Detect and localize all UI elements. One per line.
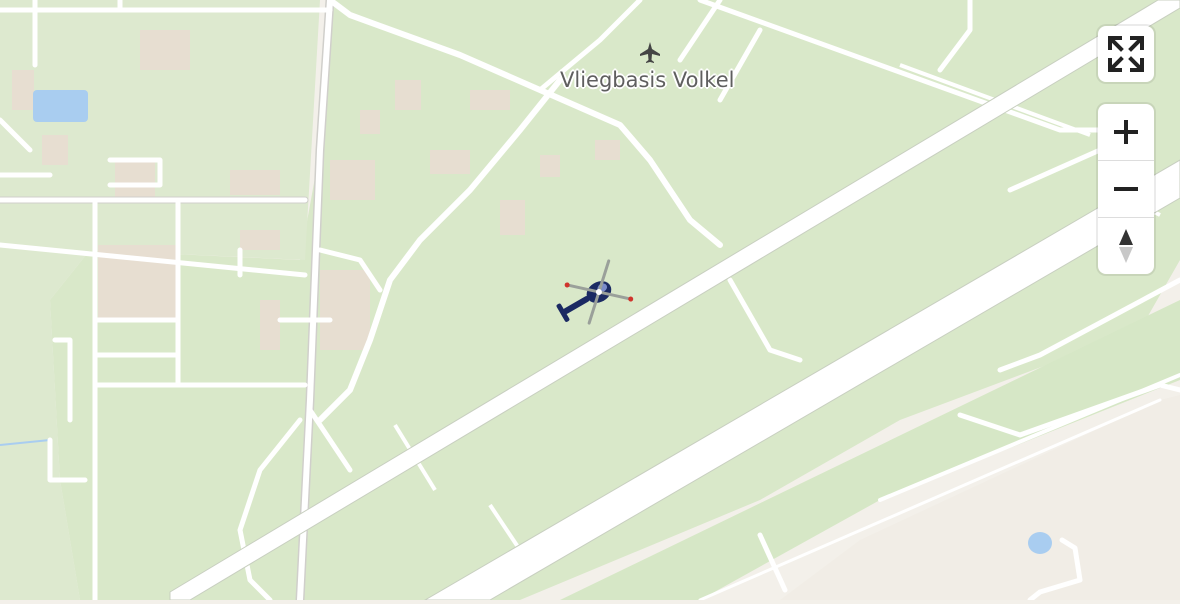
map-canvas[interactable]: Vliegbasis Volkel bbox=[0, 0, 1180, 604]
water-pond-northwest bbox=[33, 90, 88, 122]
zoom-out-icon bbox=[1114, 187, 1138, 191]
water-pond-southeast bbox=[1028, 532, 1052, 554]
zoom-in-button[interactable] bbox=[1098, 104, 1154, 161]
zoom-in-icon bbox=[1114, 120, 1138, 144]
fullscreen-icon bbox=[1108, 36, 1144, 72]
zoom-out-button[interactable] bbox=[1098, 161, 1154, 218]
fullscreen-control[interactable] bbox=[1098, 26, 1154, 82]
poi-label-airbase[interactable]: Vliegbasis Volkel bbox=[560, 68, 734, 92]
fullscreen-button[interactable] bbox=[1098, 26, 1154, 82]
compass-icon bbox=[1119, 229, 1133, 263]
compass-button[interactable] bbox=[1098, 218, 1154, 274]
zoom-control[interactable] bbox=[1098, 104, 1154, 274]
